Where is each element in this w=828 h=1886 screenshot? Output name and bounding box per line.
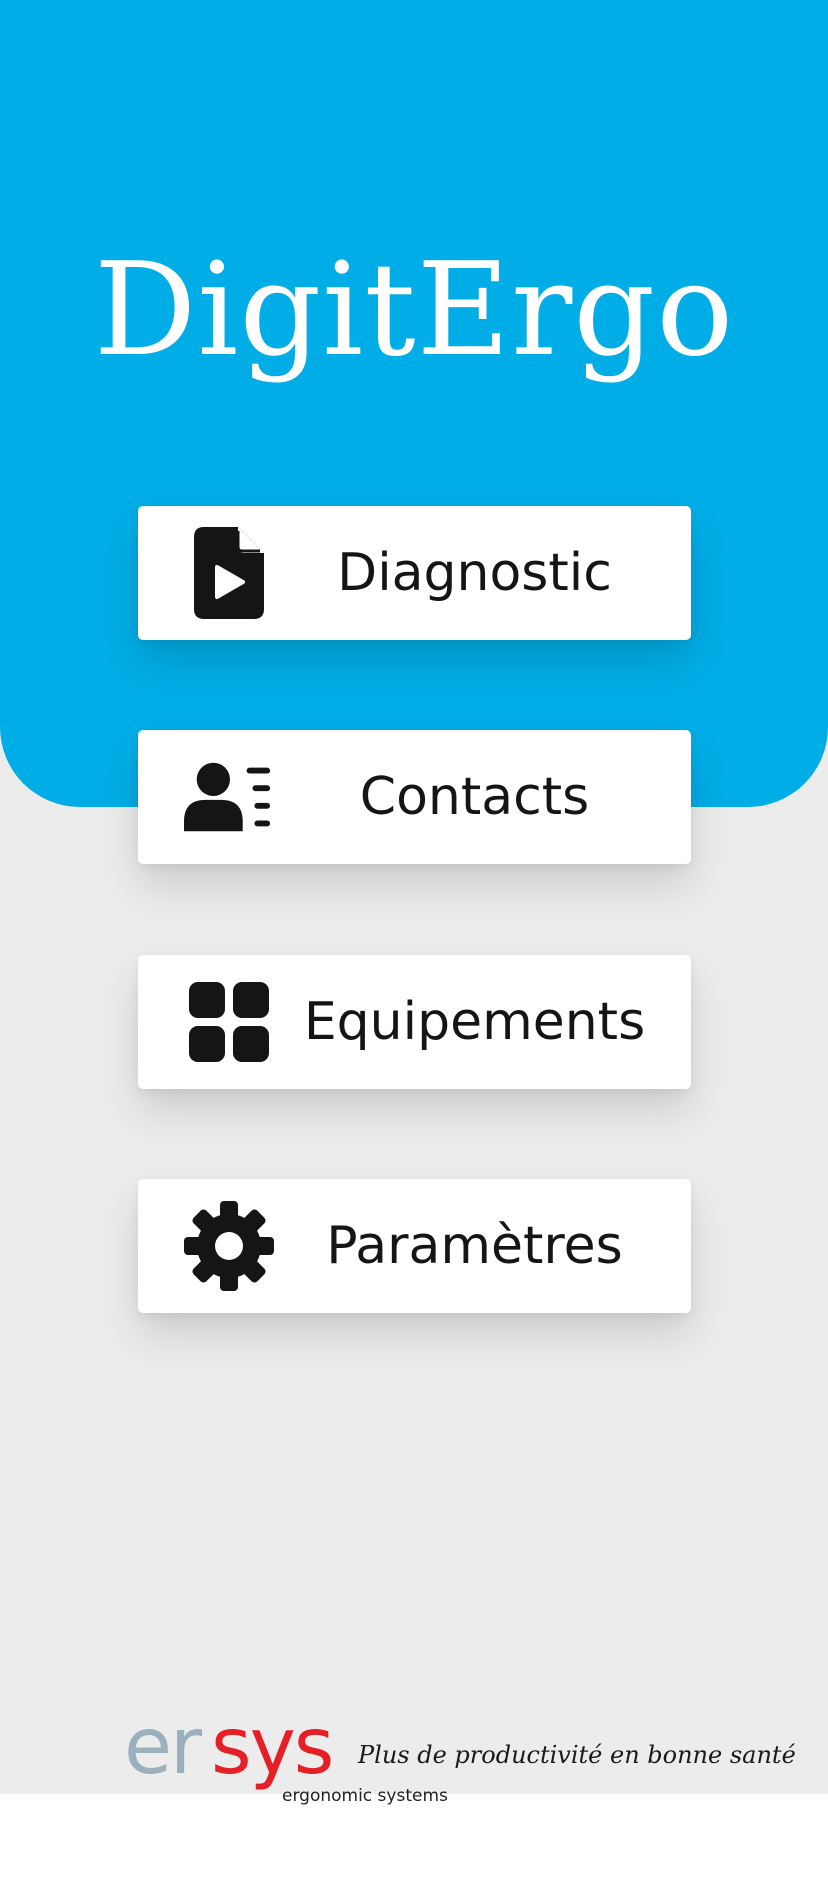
- ersys-logo: er sys ergonomic systems Plus de product…: [124, 1702, 796, 1806]
- tagline: Plus de productivité en bonne santé: [358, 1741, 796, 1769]
- equipements-button[interactable]: Equipements: [138, 955, 691, 1089]
- diagnostic-button[interactable]: Diagnostic: [138, 506, 691, 640]
- contacts-button[interactable]: Contacts: [138, 730, 691, 864]
- parametres-label: Paramètres: [326, 1216, 623, 1276]
- logo-sys-text: sys: [211, 1702, 334, 1792]
- logo-subtitle: ergonomic systems: [282, 1786, 448, 1806]
- contacts-label: Contacts: [359, 767, 590, 827]
- header-background: [0, 0, 828, 807]
- diagnostic-label: Diagnostic: [337, 543, 612, 603]
- logo-er-text: er: [124, 1702, 202, 1792]
- equipements-label: Equipements: [303, 992, 646, 1052]
- app-title: DigitErgo: [93, 236, 735, 385]
- footer-strip: [0, 1794, 828, 1886]
- parametres-button[interactable]: Paramètres: [138, 1179, 691, 1313]
